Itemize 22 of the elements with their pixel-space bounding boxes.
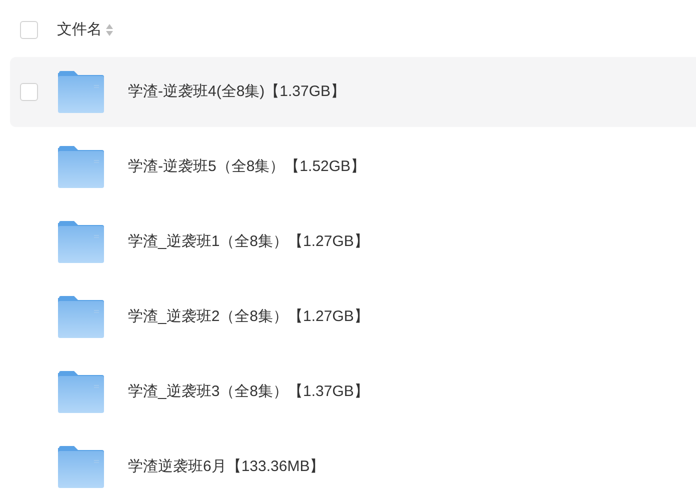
column-header[interactable]: 文件名: [57, 18, 102, 42]
file-row[interactable]: 学渣_逆袭班1（全8集）【1.27GB】: [10, 207, 696, 277]
folder-name[interactable]: 学渣_逆袭班3（全8集）【1.37GB】: [128, 380, 369, 404]
folder-icon: [58, 146, 104, 188]
folder-name[interactable]: 学渣逆袭班6月【133.36MB】: [128, 456, 325, 478]
checkbox[interactable]: [20, 83, 38, 101]
folder-name[interactable]: 学渣_逆袭班2（全8集）【1.27GB】: [128, 306, 369, 328]
folder-icon: [58, 296, 104, 338]
file-row[interactable]: 学渣逆袭班6月【133.36MB】: [10, 432, 696, 498]
folder-icon: [58, 221, 104, 263]
file-row[interactable]: 学渣-逆袭班5（全8集）【1.52GB】: [10, 132, 696, 202]
file-row[interactable]: 学渣_逆袭班2（全8集）【1.27GB】: [10, 282, 696, 352]
folder-name[interactable]: 学渣-逆袭班4(全8集)【1.37GB】: [128, 80, 346, 104]
folder-name[interactable]: 学渣_逆袭班1（全8集）【1.27GB】: [128, 230, 369, 254]
sort-icon[interactable]: [106, 24, 113, 36]
file-row[interactable]: 学渣-逆袭班4(全8集)【1.37GB】: [10, 57, 696, 127]
folder-name[interactable]: 学渣-逆袭班5（全8集）【1.52GB】: [128, 156, 366, 178]
checkbox[interactable]: [20, 21, 38, 39]
folder-icon: [58, 71, 104, 113]
folder-icon: [58, 446, 104, 488]
folder-icon: [58, 371, 104, 413]
file-row[interactable]: 学渣_逆袭班3（全8集）【1.37GB】: [10, 357, 696, 427]
